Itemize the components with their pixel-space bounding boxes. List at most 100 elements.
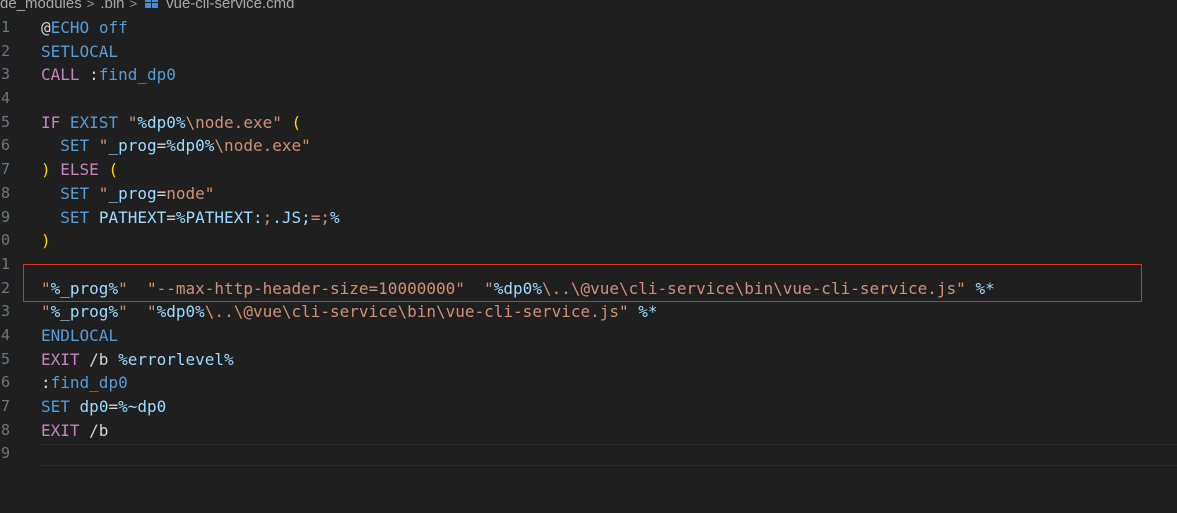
code-token: ; [262,207,273,227]
code-token: SET [60,207,90,227]
annotation-highlight-box [23,264,1142,302]
code-editor[interactable]: de_modules > .bin > vue-cli-service.cmd … [0,0,1177,513]
code-token: \node.exe" [185,112,282,132]
line-number: 2 [0,41,10,60]
code-line[interactable]: 7) ELSE ( [0,158,1177,182]
line-number: 6 [0,136,10,155]
line-number: 2 [0,278,10,297]
code-text[interactable]: SET "_prog=%dp0%\node.exe" [41,134,311,158]
code-line[interactable]: 6 :find_dp0 [0,371,1177,395]
code-token: %~dp0 [118,397,167,416]
line-number: 8 [0,420,10,439]
line-number: 0 [0,231,10,250]
code-token: \..\@vue\cli-service\bin\vue-cli-service… [204,302,629,322]
chevron-right-icon: > [129,0,138,11]
code-token: ( [108,160,119,180]
code-text[interactable]: ) [41,229,51,253]
code-text[interactable]: EXIT /b [41,419,108,443]
code-token: ENDLOCAL [41,325,119,345]
code-line[interactable]: 2 SETLOCAL [0,40,1177,64]
code-token: \node.exe" [214,136,311,156]
line-number: 1 [0,254,10,273]
code-line[interactable]: 5 EXIT /b %errorlevel% [0,348,1177,372]
line-number: 1 [0,18,10,36]
code-text[interactable]: IF EXIST "%dp0%\node.exe" ( [41,111,301,135]
chevron-right-icon: > [86,0,95,11]
code-text[interactable]: SET dp0=%~dp0 [41,395,166,419]
code-token: %dp0% [137,112,186,132]
line-number: 4 [0,325,10,344]
code-text[interactable]: SETLOCAL [41,40,118,64]
breadcrumb-folder-bin[interactable]: .bin [100,0,124,12]
code-text[interactable]: ) ELSE ( [41,158,118,182]
code-token: EXIST [69,112,119,132]
line-number: 5 [0,349,10,368]
line-number: 3 [0,65,10,84]
line-number: 6 [0,373,10,392]
code-line[interactable]: 9 [0,442,1177,466]
code-token: %dp0% [166,136,215,156]
code-token: _prog [108,136,157,156]
code-text[interactable]: SET PATHEXT=%PATHEXT:;.JS;=;% [41,206,340,230]
code-line[interactable]: 3 "%_prog%" "%dp0%\..\@vue\cli-service\bi… [0,300,1177,324]
code-token: SET [60,183,90,203]
code-token: %* [638,302,658,322]
code-token: = [156,136,167,156]
code-line[interactable]: 4 ENDLOCAL [0,324,1177,348]
line-number: 9 [0,444,10,463]
code-token: PATHEXT [98,207,167,227]
code-line[interactable]: 7 SET dp0=%~dp0 [0,395,1177,419]
code-token: find_dp0 [98,65,176,85]
code-token: ELSE [60,160,99,180]
code-text[interactable]: SET "_prog=node" [41,182,214,206]
line-number: 8 [0,183,10,202]
code-text[interactable]: CALL :find_dp0 [41,63,176,87]
code-line[interactable]: 3 CALL :find_dp0 [0,63,1177,87]
code-text[interactable]: @ECHO off [41,16,128,40]
code-token: .JS; [272,207,311,227]
code-line[interactable]: 4 [0,87,1177,111]
code-lines[interactable]: 1 @ECHO off 2 SETLOCAL 3 CALL :find_dp0 4 5 IF E… [0,16,1177,466]
windows-cmd-icon [145,0,159,9]
code-token: %PATHEXT: [175,207,263,227]
breadcrumb-folder-node-modules[interactable]: de_modules [0,0,82,12]
code-token: _prog [108,183,157,203]
code-line[interactable]: 8 SET "_prog=node" [0,182,1177,206]
code-token: ECHO [50,18,90,37]
code-token: SET [41,397,70,416]
code-line[interactable]: 9 SET PATHEXT=%PATHEXT:;.JS;=;% [0,206,1177,230]
line-number: 5 [0,112,10,131]
code-token: SET [60,136,90,156]
code-line[interactable]: 0) [0,229,1177,253]
code-token: " [127,302,157,322]
code-line[interactable]: 1 @ECHO off [0,16,1177,40]
code-line[interactable]: 5 IF EXIST "%dp0%\node.exe" ( [0,111,1177,135]
line-number: 9 [0,207,10,226]
code-token: = [166,207,176,227]
code-token: % [330,207,340,227]
code-token: =; [310,207,331,227]
code-token: CALL [41,65,80,85]
code-text[interactable]: :find_dp0 [41,371,128,395]
line-number: 7 [0,397,10,415]
code-token: ) [41,160,51,180]
line-number: 7 [0,160,10,179]
code-line[interactable]: 8 EXIT /b [0,419,1177,443]
code-token: find_dp0 [50,373,128,393]
code-token: SETLOCAL [41,41,119,61]
breadcrumb-file[interactable]: vue-cli-service.cmd [166,0,294,12]
code-token: %errorlevel% [118,349,234,369]
code-text[interactable]: EXIT /b %errorlevel% [41,348,234,372]
code-line[interactable]: 6 SET "_prog=%dp0%\node.exe" [0,134,1177,158]
code-token: = [156,183,167,203]
code-text[interactable]: "%_prog%" "%dp0%\..\@vue\cli-service\bin… [41,300,658,324]
code-text[interactable]: ENDLOCAL [41,324,118,348]
code-token: = [108,397,119,416]
code-token: " [41,302,51,322]
